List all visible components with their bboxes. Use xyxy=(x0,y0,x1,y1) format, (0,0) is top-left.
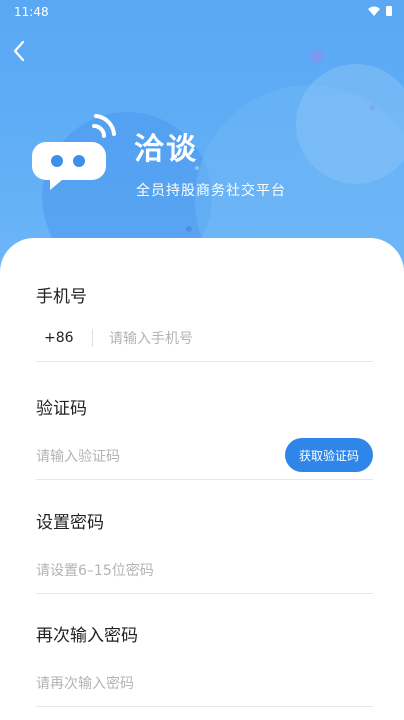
decor-dot xyxy=(310,49,324,63)
phone-input[interactable]: +86 请输入手机号 xyxy=(36,314,373,362)
status-time: 11:48 xyxy=(14,5,49,19)
battery-icon xyxy=(386,6,392,16)
phone-label: 手机号 xyxy=(36,287,87,307)
code-label: 验证码 xyxy=(36,399,87,419)
confirm-password-label: 再次输入密码 xyxy=(36,626,138,646)
password-field: 设置密码 请设置6–15位密码 xyxy=(36,508,373,594)
country-code[interactable]: +86 xyxy=(36,330,78,346)
app-logo-icon xyxy=(32,114,116,190)
password-input[interactable]: 请设置6–15位密码 xyxy=(36,546,373,594)
code-field: 验证码 请输入验证码 获取验证码 xyxy=(36,394,373,480)
app-name: 洽谈 xyxy=(134,132,198,167)
password-placeholder: 请设置6–15位密码 xyxy=(36,562,154,579)
status-bar: 11:48 xyxy=(0,0,404,24)
get-code-button[interactable]: 获取验证码 xyxy=(284,438,373,472)
decor-bubble xyxy=(296,64,404,184)
chevron-left-icon xyxy=(13,40,25,62)
code-placeholder: 请输入验证码 xyxy=(36,448,120,465)
decor-dot xyxy=(370,105,375,110)
confirm-password-placeholder: 请再次输入密码 xyxy=(36,675,134,692)
status-icons xyxy=(368,6,392,16)
confirm-password-field: 再次输入密码 请再次输入密码 xyxy=(36,621,373,707)
back-button[interactable] xyxy=(6,38,32,64)
divider xyxy=(92,328,93,347)
phone-placeholder: 请输入手机号 xyxy=(109,330,193,347)
register-form-card: 手机号 +86 请输入手机号 验证码 请输入验证码 获取验证码 设置密码 请设置… xyxy=(0,238,404,720)
decor-dot xyxy=(186,226,192,232)
password-label: 设置密码 xyxy=(36,513,104,533)
code-input[interactable]: 请输入验证码 获取验证码 xyxy=(36,432,373,480)
app-slogan: 全员持股商务社交平台 xyxy=(136,183,286,199)
confirm-password-input[interactable]: 请再次输入密码 xyxy=(36,659,373,707)
phone-field: 手机号 +86 请输入手机号 xyxy=(36,282,373,362)
wifi-icon xyxy=(368,6,380,16)
